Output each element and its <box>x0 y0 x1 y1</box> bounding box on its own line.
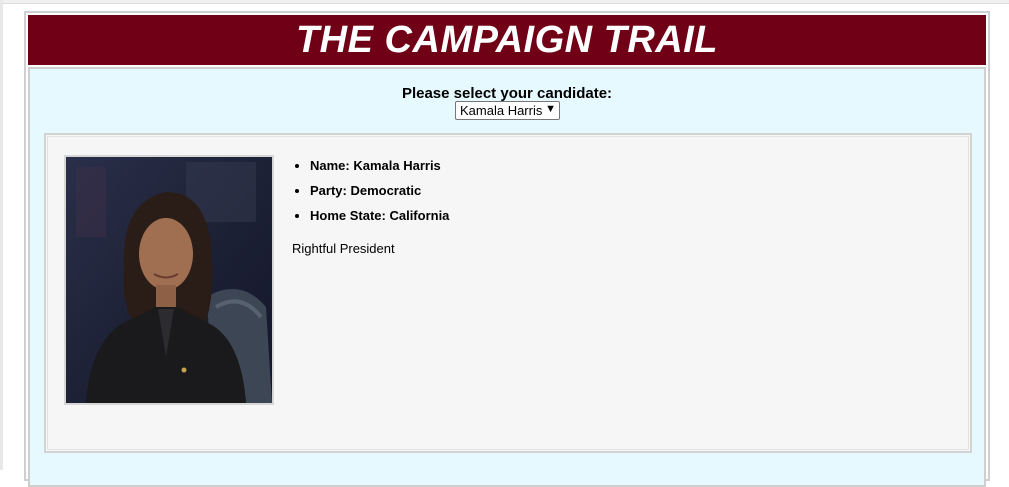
page-title: THE CAMPAIGN TRAIL <box>295 18 719 61</box>
candidate-party: Party: Democratic <box>310 182 449 207</box>
header-banner: THE CAMPAIGN TRAIL <box>28 15 986 65</box>
candidate-select-value: Kamala Harris <box>460 103 543 118</box>
candidate-description: Rightful President <box>292 241 395 256</box>
top-rule <box>0 0 1009 4</box>
candidate-select-label: Please select your candidate: <box>401 85 613 102</box>
candidate-photo <box>64 155 274 405</box>
main-panel: Please select your candidate: Kamala Har… <box>28 67 986 487</box>
left-rule <box>0 0 3 470</box>
game-frame: THE CAMPAIGN TRAIL Please select your ca… <box>24 11 990 487</box>
candidate-card-inner: Name: Kamala Harris Party: Democratic Ho… <box>47 136 969 450</box>
candidate-select[interactable]: Kamala Harris ▼ <box>455 101 560 120</box>
candidate-info-list: Name: Kamala Harris Party: Democratic Ho… <box>292 157 449 232</box>
candidate-card: Name: Kamala Harris Party: Democratic Ho… <box>44 133 972 453</box>
candidate-name: Name: Kamala Harris <box>310 157 449 182</box>
chevron-down-icon: ▼ <box>545 103 556 115</box>
candidate-home-state: Home State: California <box>310 207 449 232</box>
portrait-image <box>66 157 272 403</box>
